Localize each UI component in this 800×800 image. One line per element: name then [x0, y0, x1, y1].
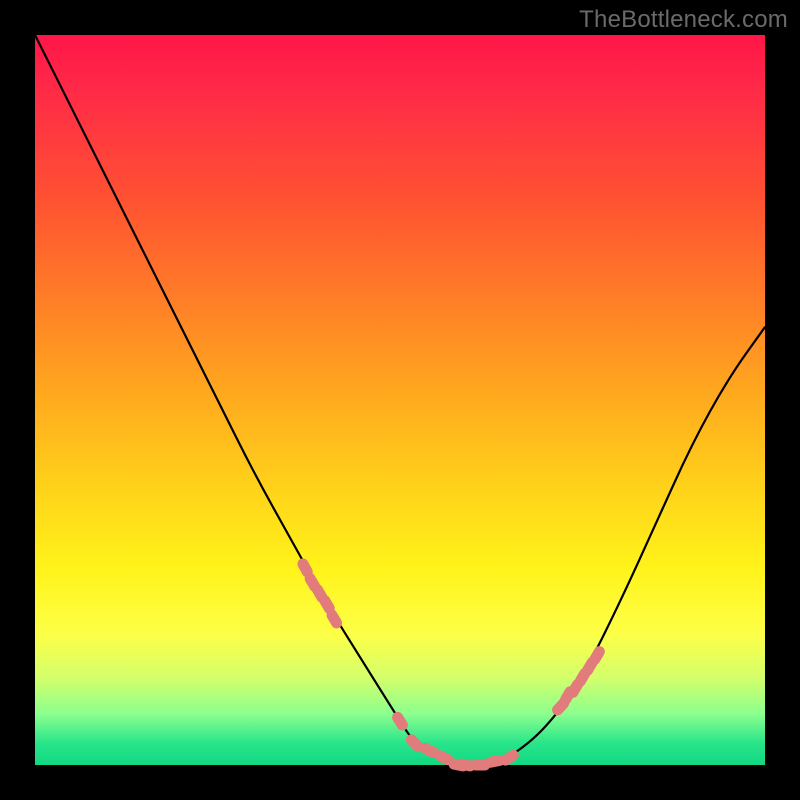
- plot-area: [35, 35, 765, 765]
- marker: [390, 710, 410, 733]
- bottleneck-curve: [35, 35, 765, 765]
- highlighted-points: [295, 556, 606, 772]
- chart-frame: TheBottleneck.com: [0, 0, 800, 800]
- curve-svg: [35, 35, 765, 765]
- watermark-text: TheBottleneck.com: [579, 6, 788, 34]
